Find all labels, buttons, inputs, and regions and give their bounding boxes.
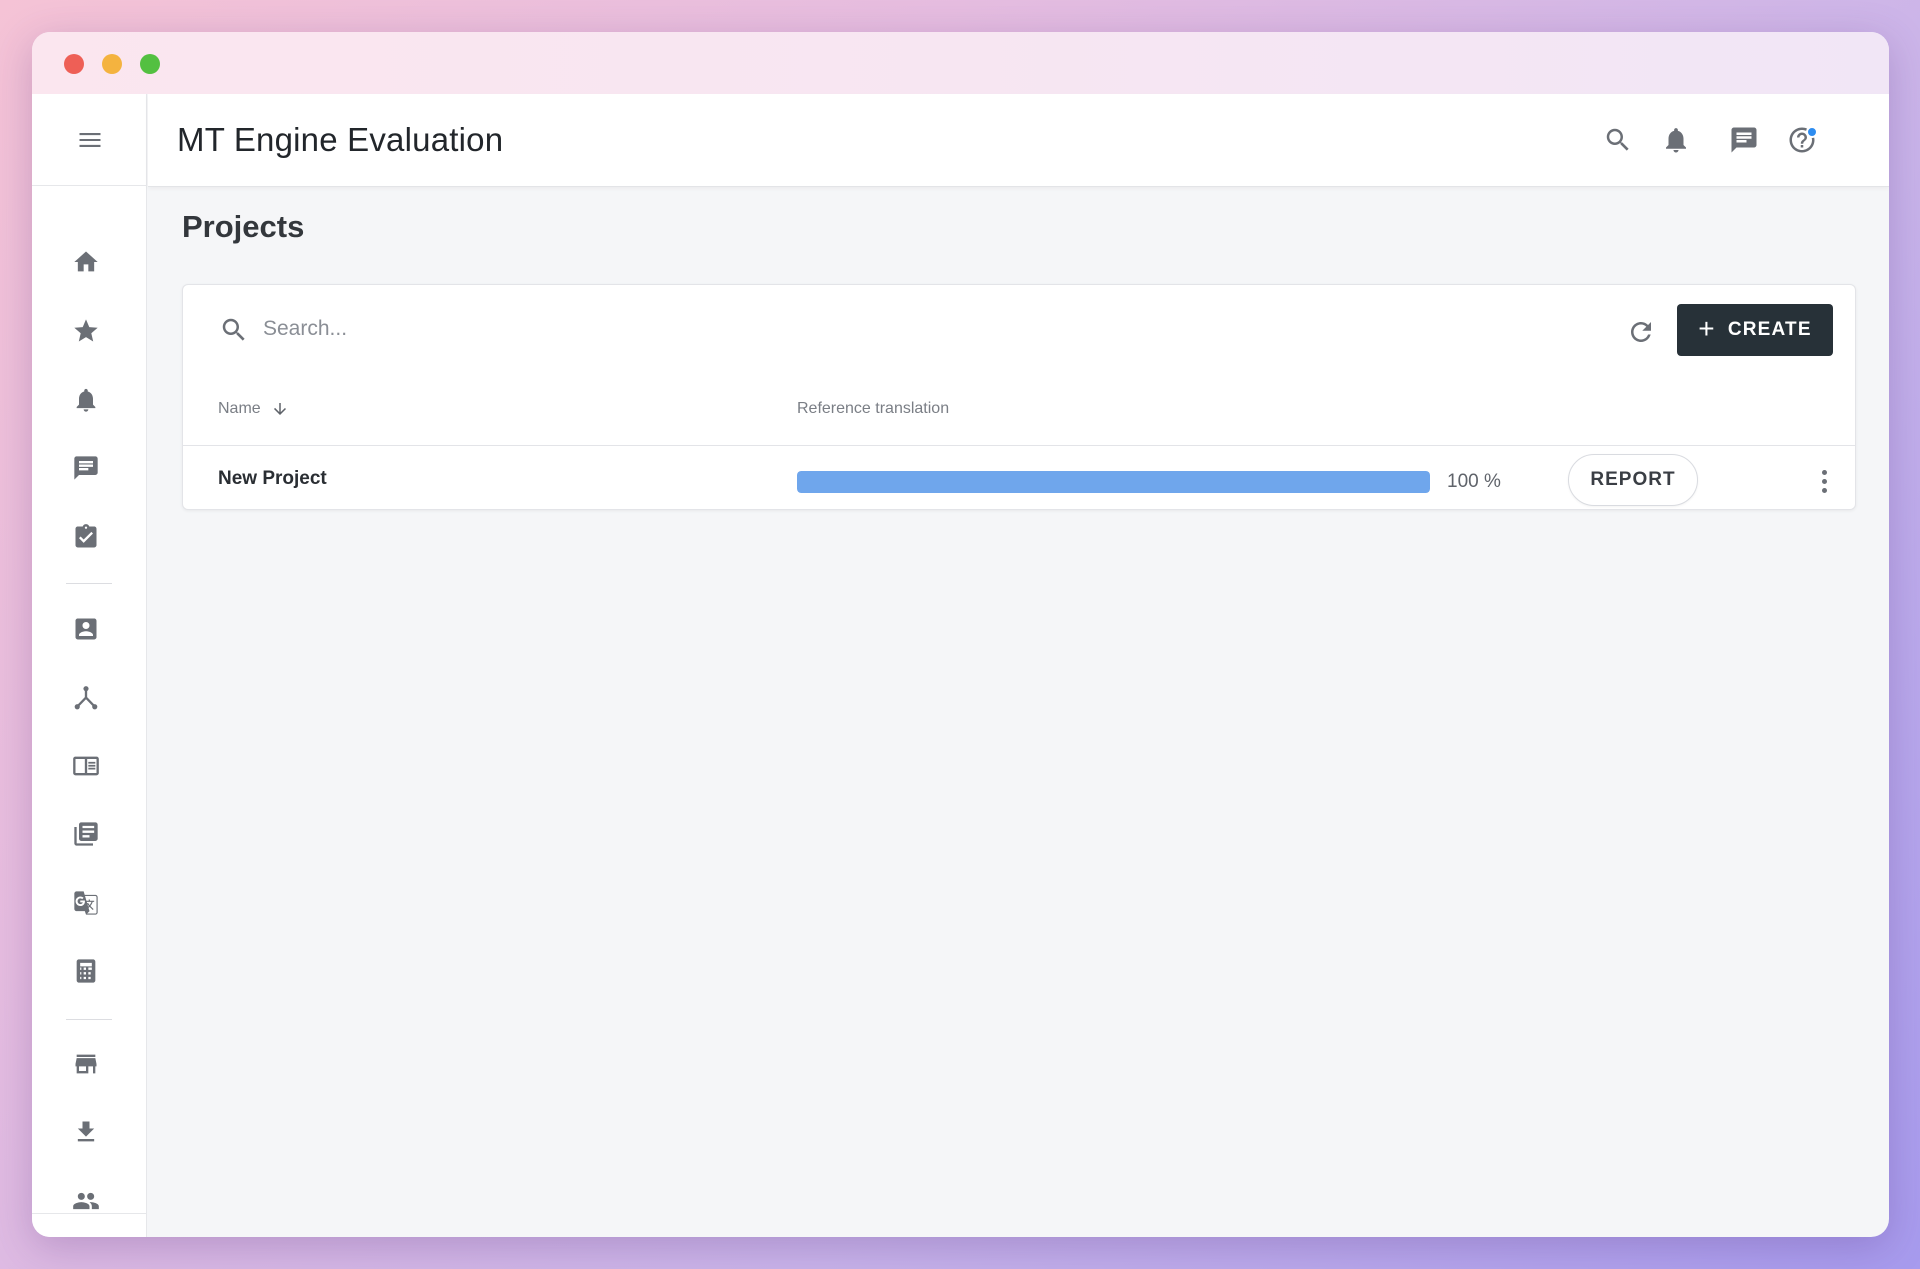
sidebar [32, 94, 147, 1237]
column-header-name[interactable]: Name [218, 400, 289, 418]
report-button[interactable]: REPORT [1568, 454, 1698, 506]
header-search-button[interactable] [1600, 122, 1636, 158]
app-window: MT Engine Evaluation Projects + [32, 32, 1889, 1237]
sidebar-divider [66, 1019, 112, 1020]
sidebar-item-workflow[interactable] [70, 682, 102, 714]
create-button-label: CREATE [1727, 319, 1812, 340]
star-icon [74, 319, 98, 342]
contact-icon [75, 618, 97, 640]
hierarchy-icon [74, 686, 98, 710]
header-messages-button[interactable] [1726, 122, 1762, 158]
app-title: MT Engine Evaluation [177, 121, 504, 158]
hamburger-menu-icon [79, 132, 100, 147]
sidebar-item-home[interactable] [70, 246, 102, 278]
sidebar-item-contacts[interactable] [70, 613, 102, 645]
sidebar-footer [32, 1213, 147, 1237]
page-title: Projects [182, 209, 305, 244]
sidebar-item-notifications[interactable] [70, 384, 102, 416]
project-name[interactable]: New Project [218, 468, 327, 490]
arrow-down-icon [273, 403, 286, 415]
sidebar-item-translate[interactable] [70, 887, 102, 919]
header-help-button[interactable] [1784, 122, 1820, 158]
sidebar-item-calculator[interactable] [70, 955, 102, 987]
store-icon [75, 1054, 97, 1074]
progress-bar [797, 471, 1430, 493]
sidebar-item-library[interactable] [70, 818, 102, 850]
search-icon [1606, 128, 1629, 151]
window-titlebar [32, 32, 1889, 94]
header-notifications-button[interactable] [1658, 122, 1694, 158]
search-icon [219, 315, 249, 345]
sidebar-item-messages[interactable] [70, 452, 102, 484]
chat-icon [74, 456, 98, 480]
sidebar-item-tasks[interactable] [70, 521, 102, 553]
checkbox-icon [75, 524, 97, 548]
progress-bar-fill [797, 471, 1430, 493]
sidebar-item-dictionary[interactable] [70, 750, 102, 782]
sidebar-item-favorites[interactable] [70, 315, 102, 347]
column-header-name-label: Name [218, 400, 261, 417]
create-button[interactable]: + CREATE [1677, 304, 1833, 356]
translate-icon [74, 891, 98, 915]
chat-icon [1731, 127, 1757, 153]
people-icon [73, 1192, 99, 1210]
refresh-button[interactable] [1624, 315, 1658, 349]
home-icon [74, 251, 98, 272]
plus-icon: + [1698, 312, 1716, 344]
progress-percentage: 100 % [1447, 471, 1501, 492]
more-vert-icon [1821, 469, 1827, 475]
minimize-window-button[interactable] [102, 54, 122, 74]
sidebar-item-store[interactable] [70, 1048, 102, 1080]
bell-icon [1666, 128, 1686, 153]
table-header-divider [183, 445, 1855, 446]
maximize-window-button[interactable] [140, 54, 160, 74]
app-header: MT Engine Evaluation [148, 94, 1889, 187]
download-icon [77, 1121, 95, 1142]
notification-dot [1806, 126, 1818, 138]
bell-icon [76, 388, 96, 412]
refresh-icon [1631, 322, 1651, 342]
more-options-button[interactable] [1817, 463, 1831, 499]
library-icon [74, 822, 98, 846]
close-window-button[interactable] [64, 54, 84, 74]
projects-card: + CREATE Name Reference translation New … [182, 284, 1856, 510]
column-header-reference-translation[interactable]: Reference translation [797, 400, 949, 418]
dictionary-icon [73, 756, 99, 776]
search-input[interactable] [263, 309, 863, 349]
menu-button[interactable] [32, 94, 147, 186]
sidebar-divider [66, 583, 112, 584]
calculator-icon [76, 959, 96, 983]
sidebar-item-downloads[interactable] [70, 1116, 102, 1148]
